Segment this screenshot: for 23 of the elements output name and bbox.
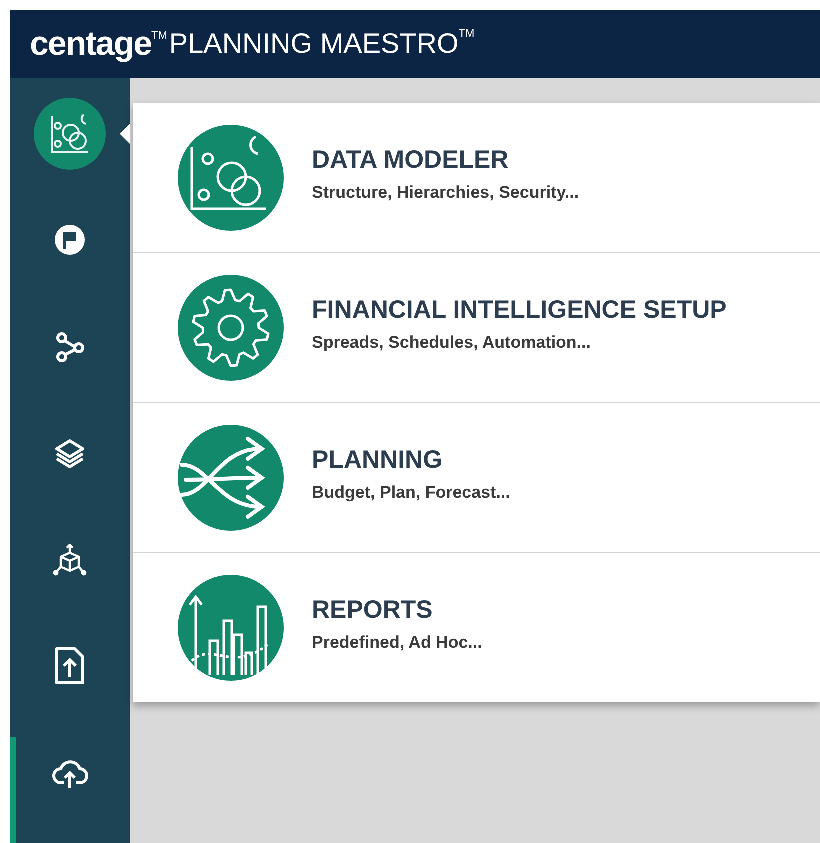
module-title: REPORTS [312,596,434,625]
module-title: FINANCIAL INTELLIGENCE SETUP [312,296,727,325]
module-description: Predefined, Ad Hoc... [312,633,482,653]
logo: centage$^{TM}$ [30,24,168,64]
arrows-icon [178,424,284,530]
module-title: DATA MODELER [312,146,510,175]
module-item[interactable]: REPORTS Predefined, Ad Hoc... [133,553,820,702]
bar-chart-icon [178,574,284,680]
gear-icon [178,274,284,380]
flag-icon [54,224,86,256]
module-item[interactable]: DATA MODELER Structure, Hierarchies, Security... [133,103,820,253]
module-item[interactable]: FINANCIAL INTELLIGENCE SETUP Spreads, Schedules, Automation... [133,253,820,403]
nodes-icon [54,330,86,363]
layers-icon [54,437,86,470]
module-description: Budget, Plan, Forecast... [312,483,510,503]
bubbles-icon [178,124,284,230]
cube-icon [53,542,87,577]
module-description: Spreads, Schedules, Automation... [312,333,592,353]
file-upload-icon [55,647,85,686]
module-description: Structure, Hierarchies, Security... [312,183,580,203]
module-item[interactable]: PLANNING Budget, Plan, Forecast... [133,403,820,553]
product-name: PLANNING MAESTRO$^{TM}$ [169,28,475,60]
module-title: PLANNING [312,446,444,475]
